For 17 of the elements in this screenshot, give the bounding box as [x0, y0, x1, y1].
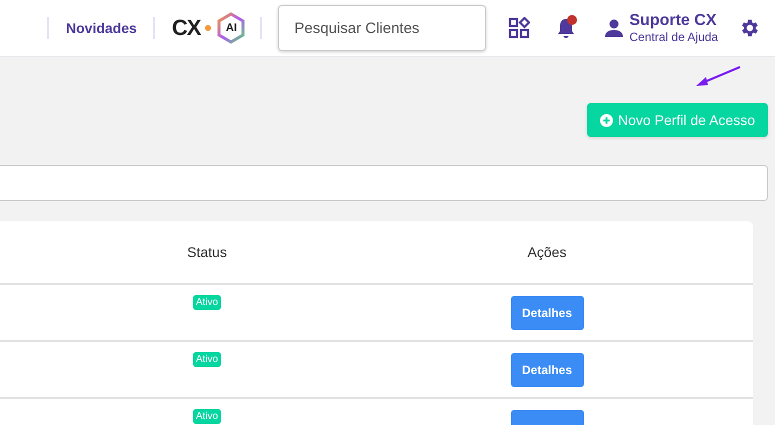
status-badge: Ativo	[192, 352, 222, 367]
details-button[interactable]: Detalhes	[510, 296, 584, 330]
plus-circle-icon	[600, 114, 614, 126]
user-subtitle: Central de Ajuda	[629, 30, 718, 44]
brand-logo: CX AI	[172, 12, 246, 44]
user-icon[interactable]	[604, 18, 624, 38]
apps-icon[interactable]	[508, 17, 530, 39]
status-badge: Ativo	[192, 409, 222, 424]
details-button[interactable]: Detalhes	[510, 353, 584, 387]
news-link[interactable]: Novidades	[66, 20, 137, 36]
column-header: Status	[186, 244, 228, 260]
client-search-field[interactable]: Pesquisar Clientes	[278, 5, 486, 51]
status-badge: Ativo	[192, 295, 222, 310]
column-header: Ações	[526, 244, 568, 260]
filter-field[interactable]	[0, 165, 768, 201]
new-access-profile-button[interactable]: Novo Perfil de Acesso	[587, 103, 768, 137]
user-name[interactable]: Suporte CX	[629, 12, 718, 30]
